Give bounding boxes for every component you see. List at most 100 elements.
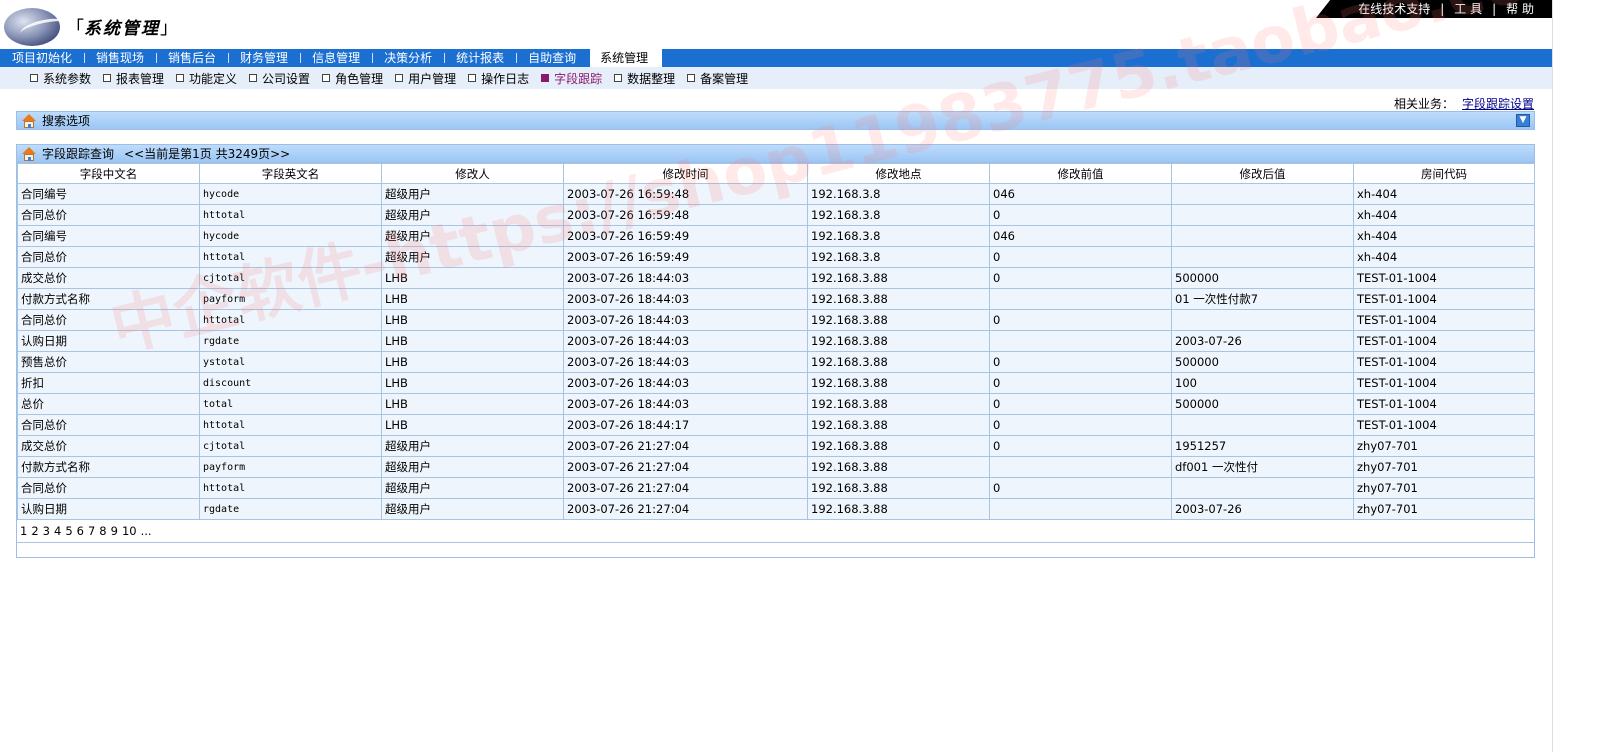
page-link[interactable]: 1 [20,524,27,538]
table-cell: TEST-01-1004 [1353,309,1535,331]
page-title: 「系统管理」 [66,18,178,39]
page-link[interactable]: 4 [54,524,61,538]
nav-reports[interactable]: 统计报表 [444,49,516,67]
nav-self-query[interactable]: 自助查询 [516,49,588,67]
checkbox-icon [395,74,404,82]
table-cell: hycode [199,183,382,205]
table-cell: xh-404 [1353,183,1535,205]
table-cell: 2003-07-26 21:27:04 [563,456,808,478]
table-cell: 0 [989,435,1172,457]
page-link[interactable]: 10 [122,524,137,538]
table-cell: zhy07-701 [1353,498,1535,520]
nav-sales-backend[interactable]: 销售后台 [156,49,228,67]
table-cell [989,456,1172,478]
help-link[interactable]: 帮 助 [1506,2,1534,16]
table-cell: 2003-07-26 16:59:48 [563,183,808,205]
subnav-op-log[interactable]: 操作日志 [468,70,529,87]
nav-project-init[interactable]: 项目初始化 [0,49,84,67]
table-cell: 0 [989,246,1172,268]
table-cell: xh-404 [1353,204,1535,226]
table-cell: df001 一次性付 [1171,456,1354,478]
table-cell: 超级用户 [381,435,564,457]
table-cell: 2003-07-26 18:44:03 [563,267,808,289]
table-cell: 付款方式名称 [17,288,200,310]
table-cell: rgdate [199,330,382,352]
tools-link[interactable]: 工 具 [1454,2,1482,16]
table-cell: 192.168.3.88 [807,288,990,310]
table-cell: 总价 [17,393,200,415]
table-cell: 超级用户 [381,477,564,499]
page-link[interactable]: 6 [77,524,84,538]
nav-system[interactable]: 系统管理 [590,49,663,67]
page-link[interactable]: 9 [111,524,118,538]
page-link[interactable]: 3 [43,524,50,538]
checkbox-icon [468,74,477,82]
table-cell [1171,204,1354,226]
field-tracking-settings-link[interactable]: 字段跟踪设置 [1462,97,1534,111]
col-after-value: 修改后值 [1171,163,1354,184]
table-cell: 192.168.3.88 [807,393,990,415]
table-cell: 192.168.3.88 [807,498,990,520]
table-cell: 046 [989,225,1172,247]
page-link[interactable]: 8 [99,524,106,538]
table-cell: cjtotal [199,267,382,289]
online-support-link[interactable]: 在线技术支持 [1358,2,1430,16]
page-link[interactable]: 7 [88,524,95,538]
table-cell: TEST-01-1004 [1353,288,1535,310]
table-cell: 合同编号 [17,225,200,247]
table-cell: 0 [989,204,1172,226]
search-options-bar[interactable]: 搜索选项 ▼ [16,111,1535,130]
col-field-en: 字段英文名 [199,163,382,184]
checkbox-icon [614,74,623,82]
related-business: 相关业务： 字段跟踪设置 [1393,97,1534,111]
table-cell: 合同总价 [17,477,200,499]
table-cell: 192.168.3.88 [807,456,990,478]
nav-info[interactable]: 信息管理 [300,49,372,67]
nav-finance[interactable]: 财务管理 [228,49,300,67]
subnav-field-tracking[interactable]: 字段跟踪 [541,70,602,87]
subnav-company[interactable]: 公司设置 [249,70,310,87]
table-cell: 192.168.3.88 [807,435,990,457]
subnav-function-def[interactable]: 功能定义 [176,70,237,87]
table-row: 合同总价 httotal 超级用户 2003-07-26 16:59:49 192.16… [17,246,1535,268]
search-options-title: 搜索选项 [42,114,91,128]
table-cell: 192.168.3.88 [807,330,990,352]
table-cell: 2003-07-26 [1171,330,1354,352]
table-cell: 0 [989,309,1172,331]
nav-sales-site[interactable]: 销售现场 [84,49,156,67]
table-cell: httotal [199,477,382,499]
subnav-system-params[interactable]: 系统参数 [30,70,91,87]
table-cell: 认购日期 [17,330,200,352]
double-chevron-down-icon[interactable]: ▼ [1516,114,1530,127]
table-cell: 2003-07-26 21:27:04 [563,477,808,499]
table-cell: 0 [989,414,1172,436]
subnav-data-cleanup[interactable]: 数据整理 [614,70,675,87]
table-body: 合同编号 hycode 超级用户 2003-07-26 16:59:48 192.168… [17,183,1535,520]
table-cell: hycode [199,225,382,247]
table-cell: zhy07-701 [1353,435,1535,457]
subnav-roles[interactable]: 角色管理 [322,70,383,87]
page-link[interactable]: 5 [65,524,72,538]
table-cell: payform [199,288,382,310]
main-nav: 项目初始化 销售现场 销售后台 财务管理 信息管理 决策分析 统计报表 自助查询… [0,49,1552,67]
query-title: 字段跟踪查询 [42,147,115,161]
checkbox-icon [30,74,38,82]
nav-decision[interactable]: 决策分析 [372,49,444,67]
table-row: 折扣 discount LHB 2003-07-26 18:44:03 192.168.… [17,372,1535,394]
table-cell: 2003-07-26 16:59:48 [563,204,808,226]
subnav-users[interactable]: 用户管理 [395,70,456,87]
subnav-filing[interactable]: 备案管理 [687,70,748,87]
page-link[interactable]: ... [141,524,152,538]
table-cell: 192.168.3.88 [807,267,990,289]
table-cell: 0 [989,351,1172,373]
table-cell: 超级用户 [381,225,564,247]
table-cell: 超级用户 [381,246,564,268]
table-cell [989,288,1172,310]
table-cell: cjtotal [199,435,382,457]
table-cell: 付款方式名称 [17,456,200,478]
page-link[interactable]: 2 [31,524,38,538]
table-cell: LHB [381,330,564,352]
subnav-report-mgmt[interactable]: 报表管理 [103,70,164,87]
table-cell: 2003-07-26 18:44:17 [563,414,808,436]
table-row: 合同总价 httotal LHB 2003-07-26 18:44:17 192.168… [17,414,1535,436]
